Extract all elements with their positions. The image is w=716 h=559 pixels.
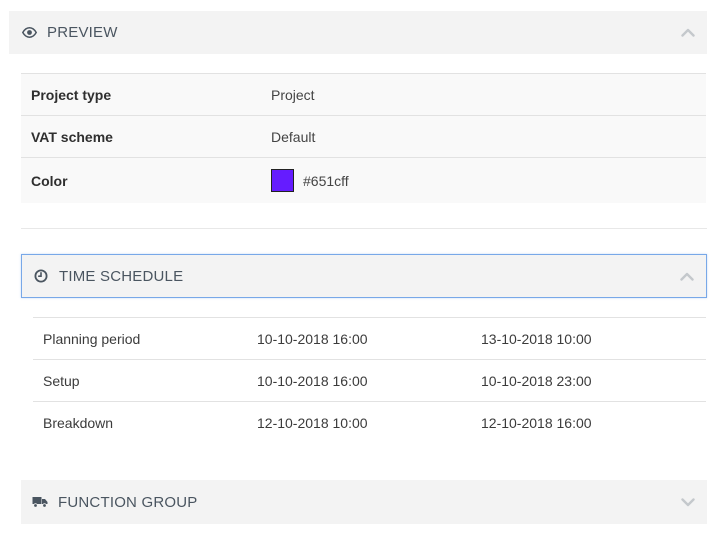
preview-row-project-type: Project type Project [21, 74, 706, 116]
schedule-start: 10-10-2018 16:00 [257, 372, 368, 389]
schedule-name: Setup [43, 372, 80, 389]
table-row: Setup 10-10-2018 16:00 10-10-2018 23:00 [33, 360, 706, 402]
eye-icon [21, 25, 37, 41]
table-row: Planning period 10-10-2018 16:00 13-10-2… [33, 318, 706, 360]
section-divider [21, 228, 707, 229]
function-group-section-title: FUNCTION GROUP [58, 493, 198, 511]
clock-icon [33, 268, 49, 284]
schedule-end: 13-10-2018 10:00 [481, 330, 592, 347]
preview-row-color: Color #651cff [21, 158, 706, 203]
time-schedule-table: Planning period 10-10-2018 16:00 13-10-2… [33, 317, 706, 444]
chevron-down-icon[interactable] [681, 495, 695, 509]
preview-table: Project type Project VAT scheme Default … [21, 73, 706, 203]
color-value: #651cff [303, 172, 349, 189]
time-schedule-section-header[interactable]: TIME SCHEDULE [21, 254, 707, 298]
color-swatch [271, 169, 294, 192]
color-label: Color [31, 172, 68, 189]
chevron-up-icon[interactable] [680, 269, 694, 283]
preview-row-vat-scheme: VAT scheme Default [21, 116, 706, 158]
schedule-end: 10-10-2018 23:00 [481, 372, 592, 389]
project-type-label: Project type [31, 86, 112, 103]
table-row: Breakdown 12-10-2018 10:00 12-10-2018 16… [33, 402, 706, 444]
color-value-wrap: #651cff [271, 169, 349, 192]
truck-icon [32, 494, 48, 510]
schedule-name: Planning period [43, 330, 141, 347]
vat-scheme-label: VAT scheme [31, 128, 113, 145]
schedule-name: Breakdown [43, 415, 114, 431]
vat-scheme-value: Default [271, 128, 316, 145]
schedule-start: 10-10-2018 16:00 [257, 330, 368, 347]
function-group-section-header[interactable]: FUNCTION GROUP [21, 480, 707, 524]
preview-section-header[interactable]: PREVIEW [9, 11, 707, 54]
schedule-end: 12-10-2018 16:00 [481, 415, 592, 431]
schedule-start: 12-10-2018 10:00 [257, 415, 368, 431]
time-schedule-section-title: TIME SCHEDULE [59, 267, 184, 285]
preview-section-title: PREVIEW [47, 24, 118, 41]
project-details-panel: PREVIEW Project type Project VAT scheme … [0, 0, 716, 559]
project-type-value: Project [271, 86, 315, 103]
chevron-up-icon[interactable] [681, 26, 695, 40]
